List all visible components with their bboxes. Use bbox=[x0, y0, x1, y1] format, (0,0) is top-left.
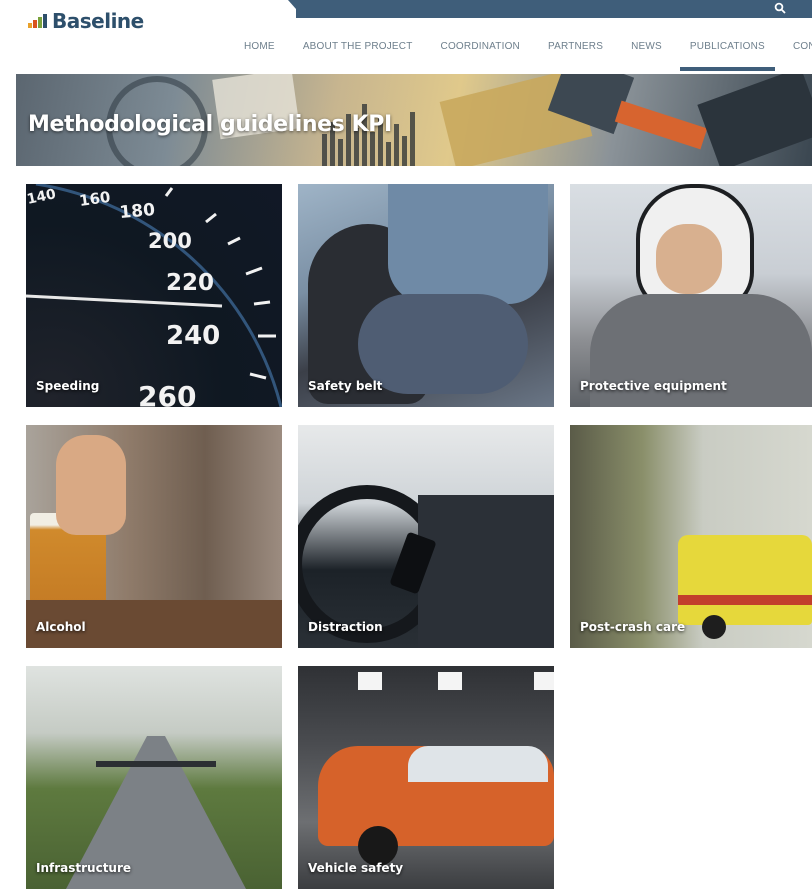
car-wheel bbox=[358, 826, 398, 866]
logo-mark-icon bbox=[28, 14, 48, 28]
face-shape bbox=[656, 224, 722, 294]
gantry-shape bbox=[96, 761, 216, 767]
tile-label: Alcohol bbox=[36, 620, 86, 634]
adult-shirt bbox=[388, 184, 548, 304]
ambulance-body bbox=[678, 535, 812, 625]
logo[interactable]: Baseline bbox=[28, 6, 144, 36]
nav-news[interactable]: NEWS bbox=[617, 36, 676, 67]
nav-publications[interactable]: PUBLICATIONS bbox=[676, 36, 779, 71]
hero-deco-keyboard bbox=[697, 74, 812, 166]
speedo-220: 220 bbox=[166, 270, 214, 296]
speedo-200: 200 bbox=[148, 229, 192, 253]
tile-label: Infrastructure bbox=[36, 861, 132, 875]
page-title: Methodological guidelines KPI bbox=[28, 112, 392, 137]
speedo-260: 260 bbox=[138, 380, 196, 407]
nav-home[interactable]: HOME bbox=[230, 36, 289, 67]
nav-coordination[interactable]: COORDINATION bbox=[427, 36, 534, 67]
main-nav: HOME ABOUT THE PROJECT COORDINATION PART… bbox=[230, 36, 812, 71]
tile-label: Post-crash care bbox=[580, 620, 686, 634]
speedo-needle bbox=[26, 294, 223, 308]
ambulance-wheel bbox=[702, 615, 726, 639]
dashboard bbox=[418, 495, 554, 648]
tile-vehicle-safety[interactable]: Vehicle safety bbox=[298, 666, 554, 889]
tile-infrastructure[interactable]: Infrastructure bbox=[26, 666, 282, 889]
speedo-140: 140 bbox=[26, 186, 58, 208]
tile-distraction[interactable]: Distraction bbox=[298, 425, 554, 648]
hand-shape bbox=[56, 435, 126, 535]
tile-safety-belt[interactable]: Safety belt bbox=[298, 184, 554, 407]
baby-shape bbox=[358, 294, 528, 394]
tile-label: Speeding bbox=[36, 379, 100, 393]
tile-speeding[interactable]: 140 160 180 200 220 240 260 Speeding bbox=[26, 184, 282, 407]
speedometer-graphic: 140 160 180 200 220 240 260 bbox=[26, 184, 282, 407]
crash-lights bbox=[358, 672, 382, 690]
speedo-160: 160 bbox=[78, 188, 112, 210]
ambulance-stripe bbox=[678, 595, 812, 605]
tile-label: Safety belt bbox=[308, 379, 383, 393]
tile-alcohol[interactable]: Alcohol bbox=[26, 425, 282, 648]
nav-about-the-project[interactable]: ABOUT THE PROJECT bbox=[289, 36, 427, 67]
crash-lights-3 bbox=[534, 672, 554, 690]
search-icon[interactable] bbox=[772, 0, 788, 16]
logo-text: Baseline bbox=[52, 9, 144, 33]
crash-lights-2 bbox=[438, 672, 462, 690]
tile-label: Protective equipment bbox=[580, 379, 727, 393]
hero-banner: Methodological guidelines KPI bbox=[16, 74, 812, 166]
car-window bbox=[408, 746, 548, 782]
speedo-180: 180 bbox=[119, 200, 156, 223]
tile-label: Vehicle safety bbox=[308, 861, 404, 875]
tile-post-crash-care[interactable]: Post-crash care bbox=[570, 425, 812, 648]
tile-label: Distraction bbox=[308, 620, 383, 634]
nav-contact[interactable]: CONTA bbox=[779, 36, 812, 67]
hero-deco-ruler bbox=[614, 100, 708, 150]
top-bar bbox=[296, 0, 812, 18]
tile-protective-equipment[interactable]: Protective equipment bbox=[570, 184, 812, 407]
speedo-240: 240 bbox=[166, 321, 220, 351]
nav-partners[interactable]: PARTNERS bbox=[534, 36, 617, 67]
